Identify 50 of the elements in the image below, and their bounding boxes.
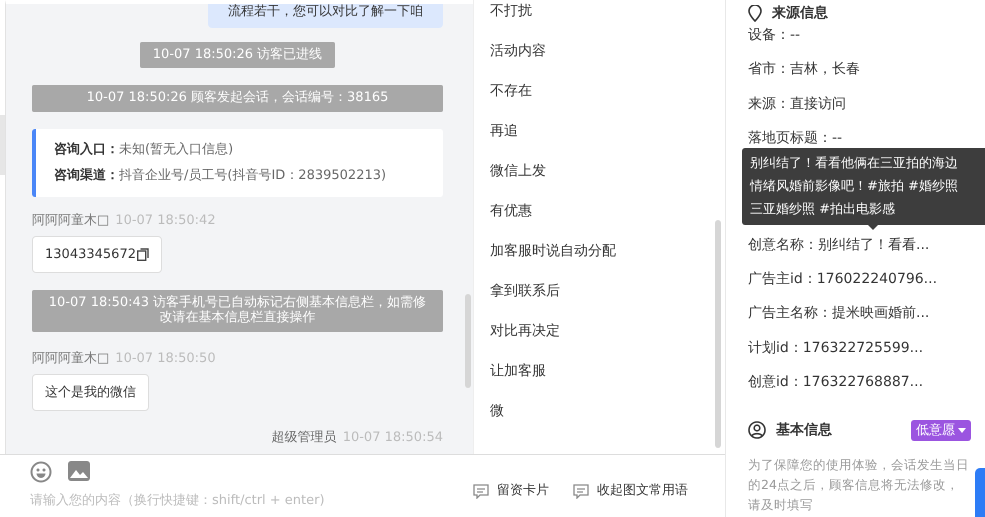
message-icon (573, 484, 589, 498)
message-time: 10-07 18:50:42 (115, 213, 216, 228)
phrase-item[interactable]: 拿到联系后 (490, 271, 723, 311)
phrase-item[interactable]: 让加客服 (490, 351, 723, 391)
location-icon (748, 4, 762, 22)
info-field: 广告主名称：提米映画婚前... (748, 296, 985, 331)
message-time: 10-07 18:50:50 (115, 351, 216, 366)
phrase-item[interactable]: 对比再决定 (490, 311, 723, 351)
info-line: 咨询渠道：抖音企业号/员工号(抖音号ID：2839502213) (54, 166, 388, 186)
phrase-item[interactable]: 再追 (490, 111, 723, 151)
message-bubble: 13043345672 (32, 236, 162, 274)
user-icon (748, 421, 766, 440)
section-title: 基本信息 (776, 420, 832, 440)
message-icon (473, 484, 489, 498)
message-bubble: 这个是我的微信 (32, 374, 149, 412)
info-field: 创意名称：别纠结了！看看... (748, 228, 985, 262)
info-field: 广告主id：176022240796... (748, 262, 985, 296)
image-icon[interactable] (68, 461, 90, 481)
phrase-item[interactable]: 活动内容 (490, 31, 723, 71)
phrase-item[interactable]: 加客服时说自动分配 (490, 231, 723, 271)
phrase-item[interactable]: 有优惠 (490, 191, 723, 231)
info-field: 省市：吉林，长春 (748, 52, 985, 87)
sender-name: 阿阿阿童木□ (32, 351, 110, 366)
message-time: 10-07 18:50:54 (342, 430, 443, 446)
phrase-item[interactable]: 微 (490, 391, 723, 431)
info-field: 计划id：176322725599... (748, 330, 985, 366)
message-input[interactable]: 请输入您的内容（换行快捷键：shift/ctrl + enter) (30, 491, 450, 510)
sender-name: 阿阿阿童木□ (32, 213, 110, 228)
info-field: 创意id：176322768887... (748, 365, 985, 400)
scrollbar[interactable] (465, 294, 471, 388)
info-line: 咨询入口：未知(暂无入口信息) (54, 140, 234, 160)
phrase-item[interactable]: 不存在 (490, 71, 723, 111)
phrase-item[interactable]: 微信上发 (490, 151, 723, 191)
copy-icon[interactable] (136, 248, 149, 262)
action-button[interactable]: 留资卡片 (473, 465, 549, 517)
sender-name: 超级管理员 (272, 430, 337, 446)
action-button[interactable]: 收起图文常用语 (573, 465, 688, 517)
info-field: 来源：直接访问 (748, 86, 985, 122)
system-message: 10-07 18:50:43 访客手机号已自动标记右侧基本信息栏，如需修改请在基本信息栏直接操作 (32, 290, 443, 332)
emoji-icon[interactable] (30, 461, 52, 483)
intent-dropdown[interactable]: 低意愿 (911, 420, 971, 442)
scrollbar[interactable] (715, 220, 721, 448)
system-message: 10-07 18:50:26 顾客发起会话，会话编号：38165 (32, 85, 443, 112)
notice-text: 为了保障您的使用体验，会话发生当日的24点之后，顾客信息将无法修改，请及时填写 (748, 456, 970, 514)
tooltip-arrow (868, 225, 878, 230)
system-message: 10-07 18:50:26 访客已进线 (140, 42, 336, 68)
tooltip: 别纠结了！看看他俩在三亚拍的海边 情绪风婚前影像吧！#旅拍 #婚纱照 三亚婚纱照 #拍出电影感 (742, 148, 985, 225)
message-bubble: 流程若干，您可以对比了解一下咱 (208, 4, 443, 28)
caret-icon (958, 428, 966, 433)
phrase-item[interactable]: 不打扰 (490, 0, 723, 31)
